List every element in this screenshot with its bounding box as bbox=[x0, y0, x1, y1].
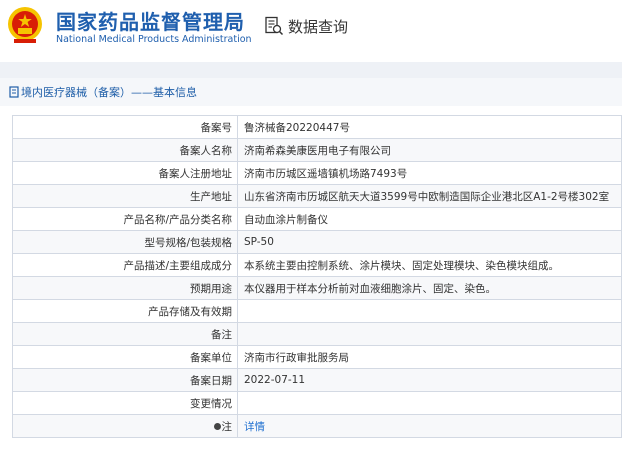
table-row: 产品描述/主要组成成分 本系统主要由控制系统、涂片模块、固定处理模块、染色模块组… bbox=[12, 253, 622, 277]
row-label: 产品存储及有效期 bbox=[12, 299, 238, 323]
row-label: 备案人名称 bbox=[12, 138, 238, 162]
row-label: 备案单位 bbox=[12, 345, 238, 369]
document-icon bbox=[9, 86, 19, 98]
table-row: 备案单位 济南市行政审批服务局 bbox=[12, 345, 622, 369]
table-row: 注 详情 bbox=[12, 414, 622, 438]
table-row: 备案人注册地址 济南市历城区遥墙镇机场路7493号 bbox=[12, 161, 622, 185]
row-label: 型号规格/包装规格 bbox=[12, 230, 238, 254]
row-label: 备案人注册地址 bbox=[12, 161, 238, 185]
row-label: 产品描述/主要组成成分 bbox=[12, 253, 238, 277]
table-row: 备案日期 2022-07-11 bbox=[12, 368, 622, 392]
breadcrumb-text: 境内医疗器械（备案）——基本信息 bbox=[21, 86, 197, 99]
note-label-cell: 注 bbox=[12, 414, 238, 438]
row-value: 本系统主要由控制系统、涂片模块、固定处理模块、染色模块组成。 bbox=[237, 253, 622, 277]
row-value bbox=[237, 299, 622, 323]
table-row: 产品名称/产品分类名称 自动血涂片制备仪 bbox=[12, 207, 622, 231]
row-label: 产品名称/产品分类名称 bbox=[12, 207, 238, 231]
row-label: 预期用途 bbox=[12, 276, 238, 300]
table-row: 备案人名称 济南希森美康医用电子有限公司 bbox=[12, 138, 622, 162]
table-row: 型号规格/包装规格 SP-50 bbox=[12, 230, 622, 254]
row-value: 2022-07-11 bbox=[237, 368, 622, 392]
header-divider-band bbox=[0, 62, 622, 78]
breadcrumb: 境内医疗器械（备案）——基本信息 bbox=[0, 78, 622, 107]
row-value: 济南市行政审批服务局 bbox=[237, 345, 622, 369]
record-info-table: 备案号 鲁济械备20220447号 备案人名称 济南希森美康医用电子有限公司 备… bbox=[12, 115, 622, 438]
org-name-en: National Medical Products Administration bbox=[56, 34, 252, 45]
row-value: 本仪器用于样本分析前对血液细胞涂片、固定、染色。 bbox=[237, 276, 622, 300]
data-query-link[interactable]: 数据查询 bbox=[264, 15, 348, 37]
detail-cell: 详情 bbox=[237, 414, 622, 438]
row-value: 山东省济南市历城区航天大道3599号中欧制造国际企业港北区A1-2号楼302室 bbox=[237, 184, 622, 208]
row-value: 济南市历城区遥墙镇机场路7493号 bbox=[237, 161, 622, 185]
row-value bbox=[237, 322, 622, 346]
row-label: 备注 bbox=[12, 322, 238, 346]
data-query-title: 数据查询 bbox=[288, 17, 349, 36]
table-row: 预期用途 本仪器用于样本分析前对血液细胞涂片、固定、染色。 bbox=[12, 276, 622, 300]
row-value: SP-50 bbox=[237, 230, 622, 254]
record-card: 备案号 鲁济械备20220447号 备案人名称 济南希森美康医用电子有限公司 备… bbox=[0, 106, 622, 464]
row-value: 自动血涂片制备仪 bbox=[237, 207, 622, 231]
note-label: 注 bbox=[213, 419, 233, 434]
row-label: 备案号 bbox=[12, 115, 238, 139]
site-header: 国家药品监督管理局 National Medical Products Admi… bbox=[0, 0, 622, 62]
row-label: 生产地址 bbox=[12, 184, 238, 208]
row-value bbox=[237, 391, 622, 415]
table-row: 产品存储及有效期 bbox=[12, 299, 622, 323]
detail-link[interactable]: 详情 bbox=[244, 421, 265, 433]
note-bullet-icon bbox=[213, 422, 221, 430]
row-label: 备案日期 bbox=[12, 368, 238, 392]
document-search-icon bbox=[264, 16, 284, 36]
org-name-cn: 国家药品监督管理局 bbox=[56, 10, 245, 34]
national-emblem-icon bbox=[6, 5, 44, 45]
row-value: 鲁济械备20220447号 bbox=[237, 115, 622, 139]
table-row: 生产地址 山东省济南市历城区航天大道3599号中欧制造国际企业港北区A1-2号楼… bbox=[12, 184, 622, 208]
row-label: 变更情况 bbox=[12, 391, 238, 415]
table-row: 备注 bbox=[12, 322, 622, 346]
row-value: 济南希森美康医用电子有限公司 bbox=[237, 138, 622, 162]
table-row: 备案号 鲁济械备20220447号 bbox=[12, 115, 622, 139]
table-row: 变更情况 bbox=[12, 391, 622, 415]
note-label-text: 注 bbox=[221, 420, 233, 433]
